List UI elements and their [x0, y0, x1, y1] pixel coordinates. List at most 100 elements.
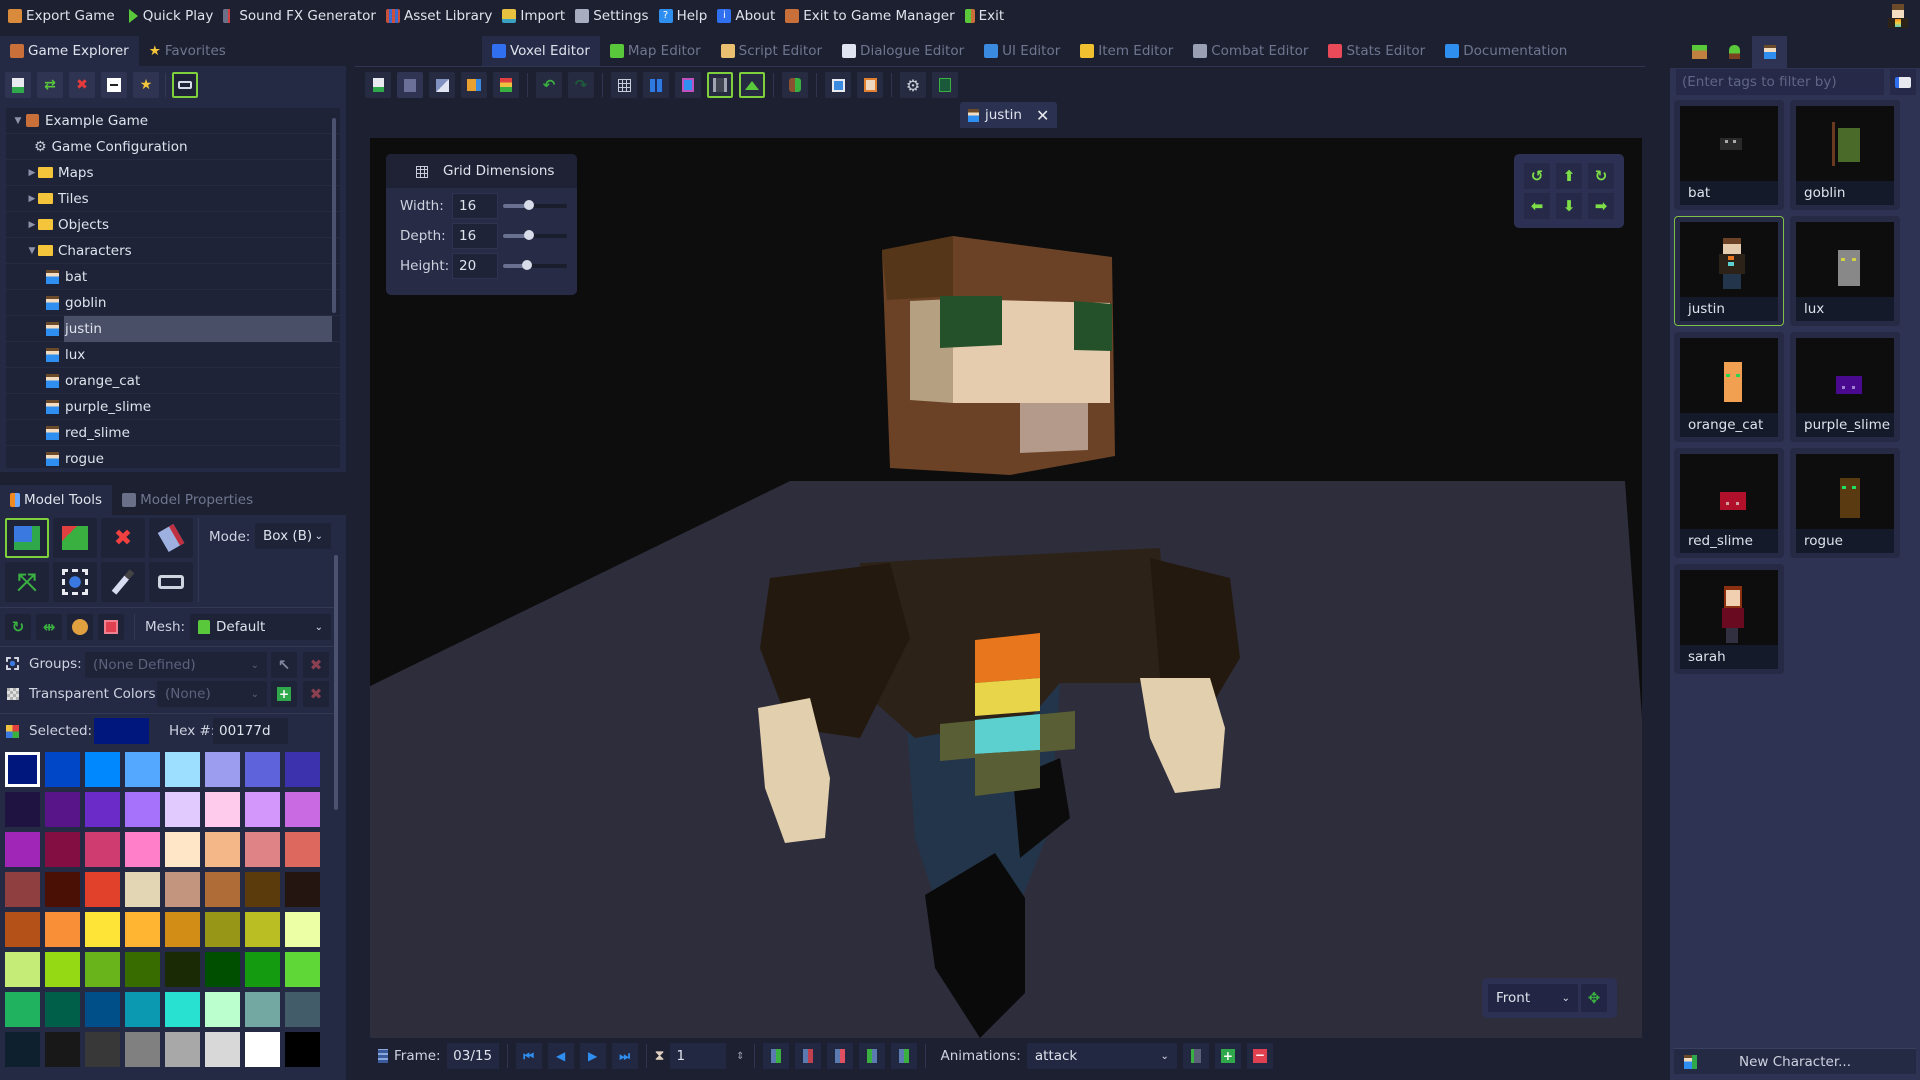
character-card-goblin[interactable]: goblin — [1790, 100, 1900, 210]
palette-swatch[interactable] — [45, 832, 80, 867]
delete-animation-button[interactable]: − — [1246, 1043, 1273, 1069]
menu-import[interactable]: Import — [500, 0, 573, 32]
palette-swatch[interactable] — [165, 832, 200, 867]
remove-transparent-color-button[interactable]: ✖ — [303, 681, 329, 707]
palette-swatch[interactable] — [85, 872, 120, 907]
play-animation-button[interactable] — [1182, 1043, 1209, 1069]
redo-button[interactable]: ↷ — [568, 72, 594, 98]
view-select[interactable]: Front ⌄ — [1488, 984, 1578, 1012]
tab-dialogue-editor[interactable]: Dialogue Editor — [832, 36, 974, 66]
rotate-button[interactable]: ↻ — [5, 614, 31, 640]
palette-swatch[interactable] — [285, 912, 320, 947]
character-card-rogue[interactable]: rogue — [1790, 448, 1900, 558]
palette-swatch[interactable] — [245, 872, 280, 907]
palette-swatch[interactable] — [125, 832, 160, 867]
palette-swatch[interactable] — [45, 792, 80, 827]
palette-swatch[interactable] — [205, 752, 240, 787]
user-avatar[interactable] — [1886, 4, 1910, 30]
tab-item-editor[interactable]: Item Editor — [1070, 36, 1183, 66]
add-transparent-color-button[interactable]: + — [271, 681, 297, 707]
tab-characters[interactable] — [1752, 36, 1787, 68]
tab-documentation[interactable]: Documentation — [1435, 36, 1577, 66]
menu-asset-library[interactable]: Asset Library — [384, 0, 500, 32]
slider-knob[interactable] — [523, 230, 534, 240]
expand-tool[interactable]: ⤧ — [5, 562, 49, 602]
grid-depth-input[interactable]: 16 — [452, 223, 498, 249]
palette-swatch[interactable] — [245, 752, 280, 787]
character-card-justin[interactable]: justin — [1674, 216, 1784, 326]
animation-select[interactable]: attack ⌄ — [1026, 1043, 1177, 1069]
tab-map-editor[interactable]: Map Editor — [600, 36, 711, 66]
palette-swatch[interactable] — [165, 912, 200, 947]
character-card-purple-slime[interactable]: purple_slime — [1790, 332, 1900, 442]
delete-frame-button[interactable] — [827, 1043, 854, 1069]
frame-input[interactable]: 03/15 — [446, 1043, 499, 1069]
tree-item-lux[interactable]: lux — [6, 342, 340, 368]
palette-swatch[interactable] — [5, 1032, 40, 1067]
palette-swatch[interactable] — [125, 952, 160, 987]
menu-about[interactable]: i About — [715, 0, 783, 32]
tab-voxel-editor[interactable]: Voxel Editor — [482, 36, 600, 66]
hex-input[interactable]: 00177d — [213, 718, 288, 744]
palette-swatch[interactable] — [45, 1032, 80, 1067]
rotate-left-button[interactable]: ↺ — [1524, 163, 1550, 189]
tree-root[interactable]: ▼ Example Game — [6, 108, 340, 134]
palette-swatch[interactable] — [45, 952, 80, 987]
tab-model-properties[interactable]: Model Properties — [112, 485, 263, 515]
save-as-button[interactable] — [429, 72, 455, 98]
palette-swatch[interactable] — [125, 792, 160, 827]
palette-swatch[interactable] — [5, 992, 40, 1027]
palette-swatch[interactable] — [85, 912, 120, 947]
palette-swatch[interactable] — [285, 952, 320, 987]
tab-favorites[interactable]: ★ Favorites — [139, 36, 236, 66]
frame-duration-input[interactable]: 1 ⇕ — [670, 1043, 744, 1069]
palette-swatch[interactable] — [165, 752, 200, 787]
palette-swatch[interactable] — [125, 752, 160, 787]
first-frame-button[interactable]: ⏮ — [515, 1043, 542, 1069]
spinner-icon[interactable]: ⇕ — [736, 1051, 744, 1062]
select-group-button[interactable]: ↖ — [271, 652, 297, 678]
portrait-button[interactable] — [857, 72, 883, 98]
palette-swatch[interactable] — [165, 992, 200, 1027]
slider-knob[interactable] — [523, 200, 534, 210]
tab-script-editor[interactable]: Script Editor — [711, 36, 832, 66]
tree-folder-tiles[interactable]: ▶ Tiles — [6, 186, 340, 212]
explorer-scrollbar[interactable] — [332, 118, 336, 313]
delete-tool[interactable]: ✖ — [101, 518, 145, 558]
selected-color-swatch[interactable] — [94, 718, 149, 744]
palette-swatch[interactable] — [165, 1032, 200, 1067]
link-tool[interactable] — [149, 562, 193, 602]
delete-button[interactable]: ✖ — [69, 72, 95, 98]
delete-group-button[interactable]: ✖ — [303, 652, 329, 678]
link-button[interactable] — [172, 72, 198, 98]
prev-frame-button[interactable]: ◀ — [547, 1043, 574, 1069]
grid-width-input[interactable]: 16 — [452, 193, 498, 219]
add-animation-button[interactable]: + — [1214, 1043, 1241, 1069]
character-card-orange-cat[interactable]: orange_cat — [1674, 332, 1784, 442]
palette-swatch[interactable] — [205, 1032, 240, 1067]
tab-stats-editor[interactable]: Stats Editor — [1318, 36, 1435, 66]
move-frame-left-button[interactable] — [859, 1043, 886, 1069]
palette-swatch[interactable] — [5, 792, 40, 827]
rotate-right-button[interactable]: ↻ — [1588, 163, 1614, 189]
palette-button[interactable] — [67, 614, 93, 640]
tree-item-orange-cat[interactable]: orange_cat — [6, 368, 340, 394]
eyedropper-tool[interactable] — [101, 562, 145, 602]
palette-swatch[interactable] — [285, 752, 320, 787]
paint-box-tool[interactable] — [53, 518, 97, 558]
palette-swatch[interactable] — [285, 872, 320, 907]
tree-folder-maps[interactable]: ▶ Maps — [6, 160, 340, 186]
palette-swatch[interactable] — [5, 952, 40, 987]
toggle-grid-button[interactable] — [611, 72, 637, 98]
document-tab-justin[interactable]: justin ✕ — [960, 102, 1058, 128]
palette-swatch[interactable] — [45, 752, 80, 787]
menu-help[interactable]: ? Help — [657, 0, 716, 32]
palette-swatch[interactable] — [285, 792, 320, 827]
tab-tiles[interactable] — [1682, 36, 1717, 68]
palette-swatch[interactable] — [245, 952, 280, 987]
add-box-tool[interactable] — [5, 518, 49, 558]
mode-select[interactable]: Box (B) ⌄ — [255, 523, 331, 549]
palette-swatch[interactable] — [245, 912, 280, 947]
palette-swatch[interactable] — [245, 1032, 280, 1067]
menu-settings[interactable]: Settings — [573, 0, 656, 32]
